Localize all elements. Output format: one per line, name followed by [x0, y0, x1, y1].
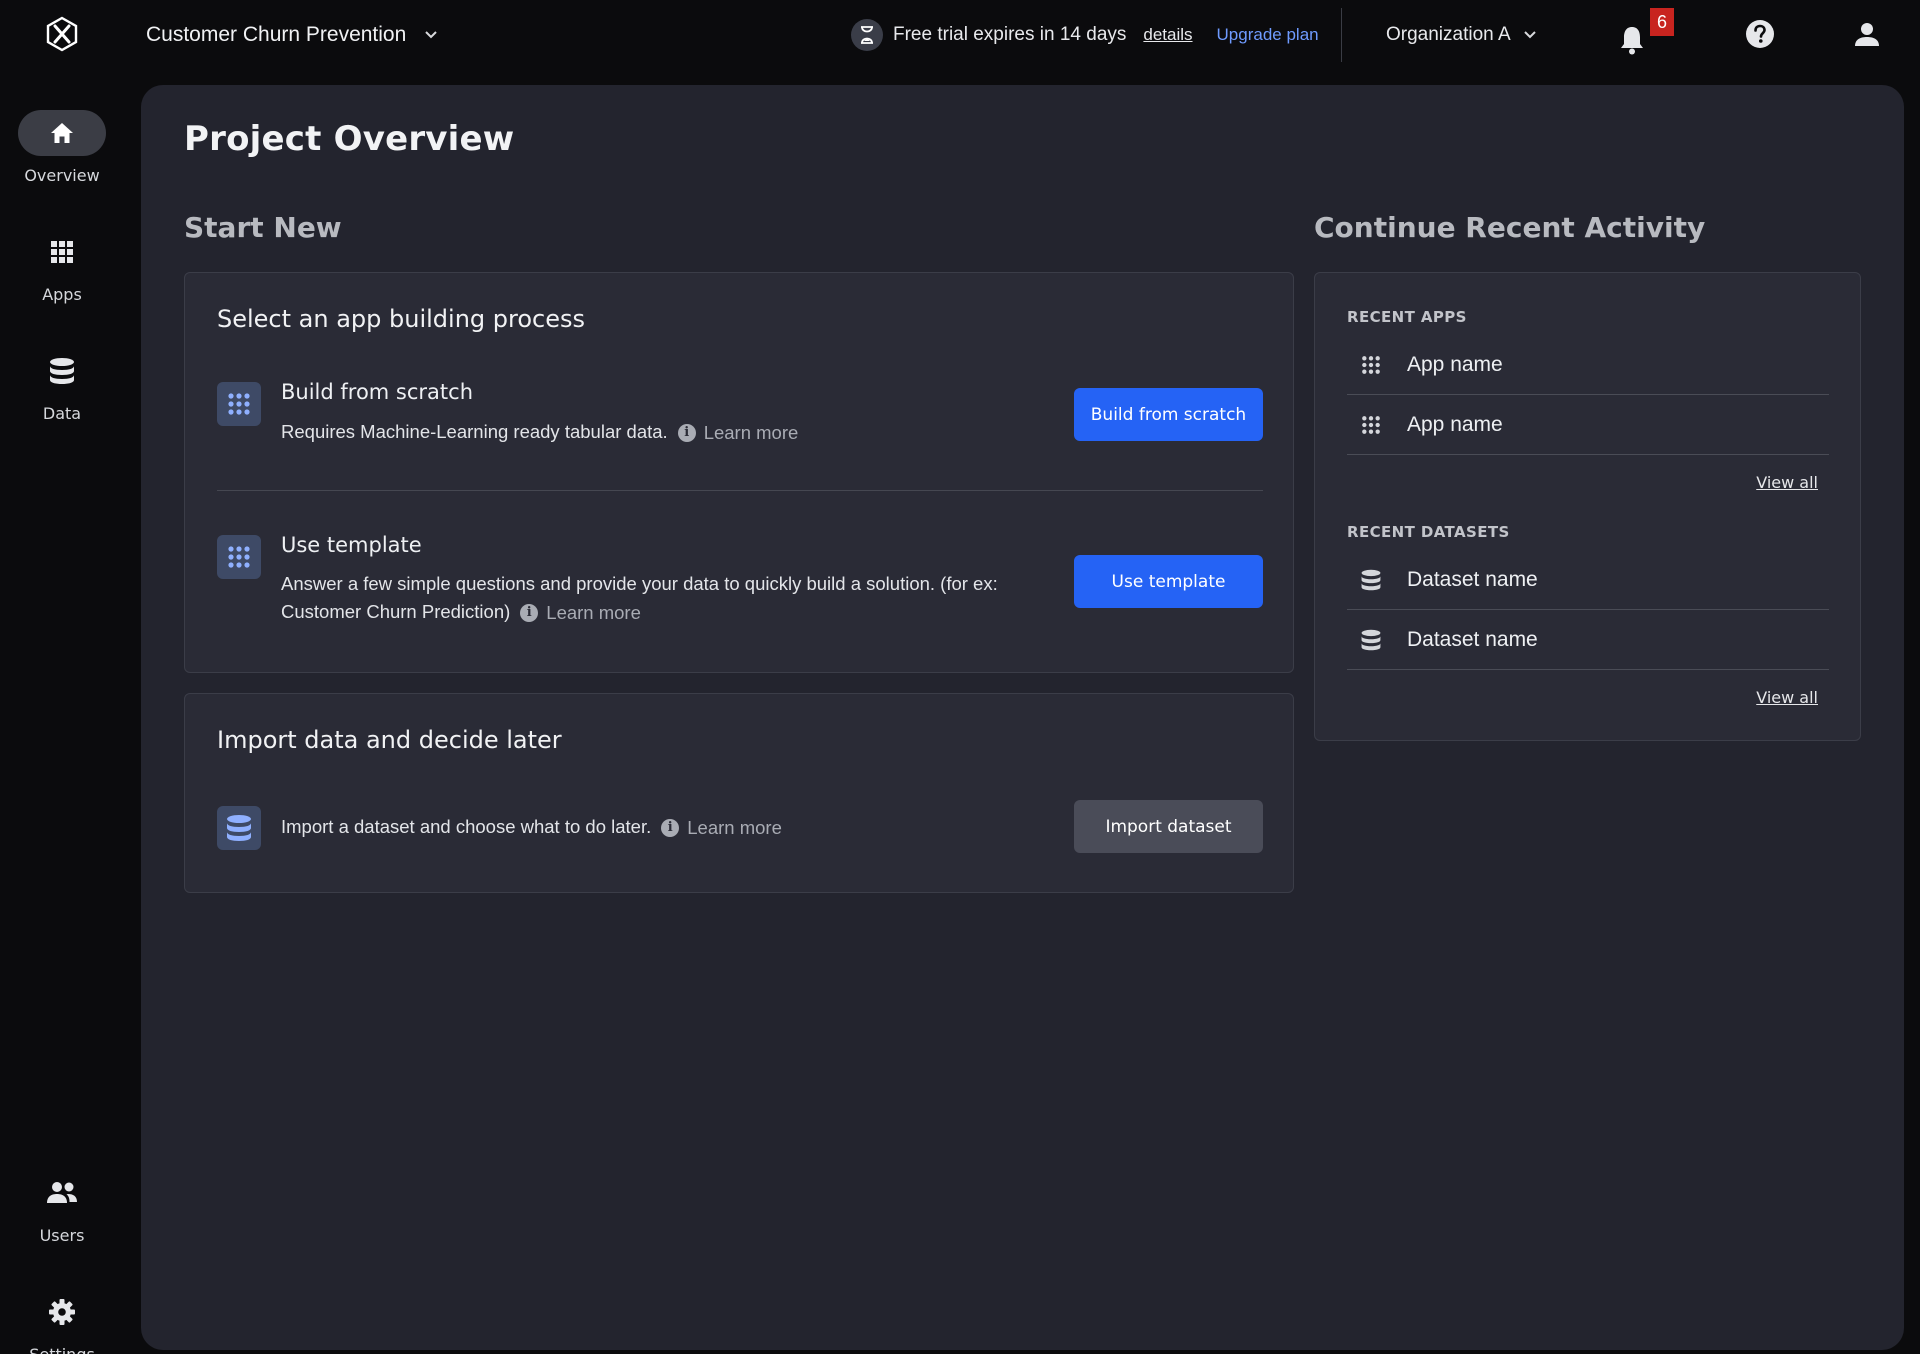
recent-app-name: App name [1407, 412, 1503, 436]
notification-badge: 6 [1650, 8, 1674, 36]
sidebar-item-label: Users [39, 1226, 85, 1245]
sidebar-item-settings[interactable]: Settings [0, 1289, 124, 1354]
sidebar-item-users[interactable]: Users [0, 1170, 124, 1245]
database-icon [1347, 569, 1395, 591]
use-template-title: Use template [281, 533, 422, 557]
card-title: Select an app building process [217, 305, 586, 333]
sidebar-item-data[interactable]: Data [0, 348, 124, 423]
build-from-scratch-button[interactable]: Build from scratch [1074, 388, 1263, 441]
database-icon [1347, 629, 1395, 651]
use-template-button[interactable]: Use template [1074, 555, 1263, 608]
trial-details-link[interactable]: details [1143, 25, 1192, 45]
learn-more-text: Learn more [687, 817, 782, 839]
bell-icon[interactable] [1618, 24, 1646, 56]
upgrade-plan-link[interactable]: Upgrade plan [1217, 25, 1319, 45]
start-new-title: Start New [184, 211, 342, 244]
import-data-description: Import a dataset and choose what to do l… [281, 813, 782, 842]
recent-datasets-label: RECENT DATASETS [1347, 523, 1510, 541]
help-icon[interactable] [1745, 19, 1775, 49]
description-text: Import a dataset and choose what to do l… [281, 816, 652, 837]
description-text: Customer Churn Prediction) [281, 601, 511, 622]
page-title: Project Overview [184, 119, 515, 159]
recent-dataset-name: Dataset name [1407, 627, 1538, 651]
hourglass-icon [851, 19, 883, 51]
gear-icon [18, 1289, 106, 1335]
info-icon: i [677, 424, 696, 443]
user-icon[interactable] [1852, 20, 1882, 50]
database-icon [18, 348, 106, 394]
database-icon [217, 806, 261, 850]
learn-more-link[interactable]: i Learn more [661, 814, 782, 842]
learn-more-text: Learn more [546, 602, 641, 624]
project-selector[interactable]: Customer Churn Prevention [146, 20, 438, 50]
import-data-card: Import data and decide later Import a da… [184, 693, 1294, 893]
learn-more-text: Learn more [703, 422, 799, 444]
organization-name: Organization A [1386, 24, 1511, 45]
logo-icon[interactable] [44, 16, 80, 52]
grid-dots-icon [1347, 355, 1395, 375]
sidebar-item-label: Settings [29, 1345, 95, 1354]
sidebar-item-label: Apps [42, 285, 82, 304]
recent-dataset-item[interactable]: Dataset name [1347, 550, 1829, 610]
build-from-scratch-description: Requires Machine-Learning ready tabular … [281, 418, 798, 447]
info-icon: i [661, 819, 680, 838]
sidebar-item-label: Data [42, 404, 82, 423]
home-icon [18, 110, 106, 156]
side-navigation: Overview Apps Data Users [0, 70, 124, 1354]
card-divider [217, 490, 1263, 491]
import-dataset-button[interactable]: Import dataset [1074, 800, 1263, 853]
trial-text: Free trial expires in 14 days [893, 24, 1127, 45]
organization-selector[interactable]: Organization A [1386, 20, 1537, 50]
info-icon: i [520, 604, 539, 623]
grid-dots-icon [217, 535, 261, 579]
sidebar-item-overview[interactable]: Overview [0, 110, 124, 185]
view-all-apps-link[interactable]: View all [1756, 473, 1818, 492]
users-icon [18, 1170, 106, 1216]
chevron-down-icon [1523, 31, 1536, 39]
trial-notice: Free trial expires in 14 days details Up… [851, 18, 1319, 52]
use-template-description: Answer a few simple questions and provid… [281, 570, 1051, 627]
recent-app-name: App name [1407, 352, 1503, 376]
card-title: Import data and decide later [217, 726, 562, 754]
project-name: Customer Churn Prevention [146, 23, 407, 46]
recent-app-item[interactable]: App name [1347, 395, 1829, 455]
main-panel: Project Overview Start New Continue Rece… [141, 85, 1904, 1350]
learn-more-link[interactable]: i Learn more [520, 599, 641, 627]
grid-dots-icon [1347, 415, 1395, 435]
recent-dataset-item[interactable]: Dataset name [1347, 610, 1829, 670]
app-building-process-card: Select an app building process Build fro… [184, 272, 1294, 673]
build-from-scratch-title: Build from scratch [281, 380, 474, 404]
sidebar-item-apps[interactable]: Apps [0, 229, 124, 304]
sidebar-item-label: Overview [24, 166, 100, 185]
recent-dataset-name: Dataset name [1407, 567, 1538, 591]
header-divider [1341, 8, 1342, 62]
chevron-down-icon [425, 31, 438, 39]
recent-app-item[interactable]: App name [1347, 335, 1829, 395]
top-bar: Customer Churn Prevention Free trial exp… [0, 0, 1920, 70]
grid-icon [18, 229, 106, 275]
recent-activity-card: RECENT APPS App name App name View all R… [1314, 272, 1861, 741]
description-text: Requires Machine-Learning ready tabular … [281, 421, 668, 442]
description-line-2: Customer Churn Prediction) i Learn more [281, 598, 1051, 627]
grid-dots-icon [217, 382, 261, 426]
learn-more-link[interactable]: i Learn more [677, 419, 799, 447]
recent-activity-title: Continue Recent Activity [1314, 211, 1706, 244]
recent-apps-label: RECENT APPS [1347, 308, 1467, 326]
view-all-datasets-link[interactable]: View all [1756, 688, 1818, 707]
description-line: Answer a few simple questions and provid… [281, 573, 998, 594]
